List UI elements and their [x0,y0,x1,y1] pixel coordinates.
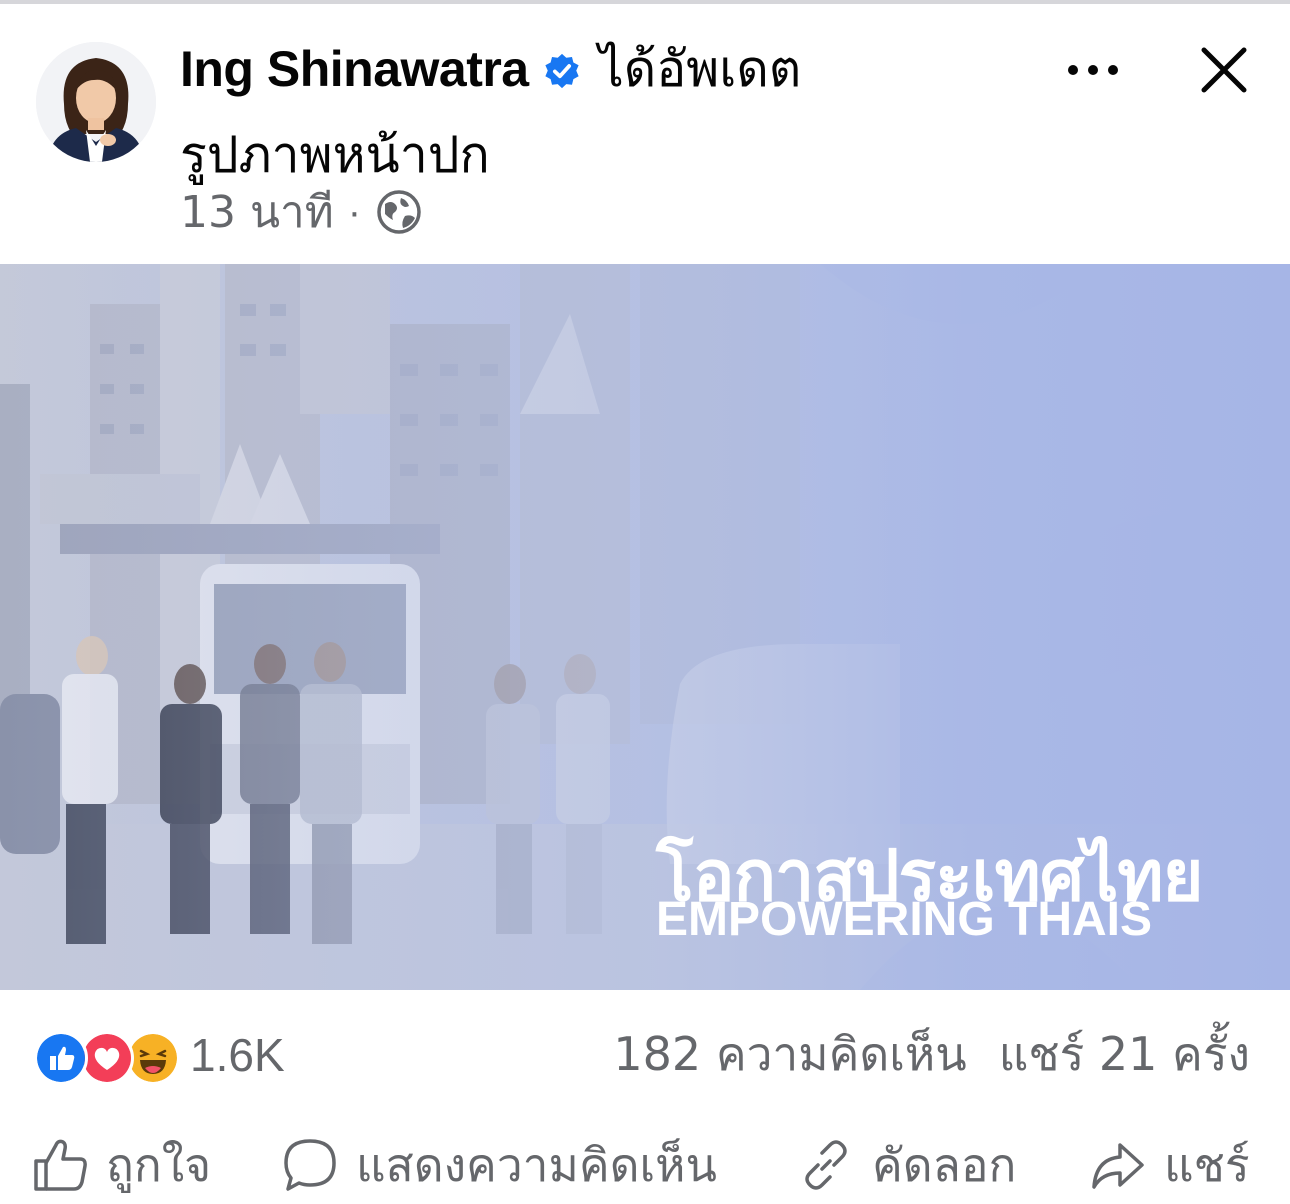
verified-badge-icon [545,53,579,89]
copy-label: คัดลอก [872,1137,1017,1192]
like-reaction-icon [34,1031,88,1085]
reactions-summary[interactable]: 1.6K [34,1026,285,1085]
globe-icon [377,190,421,234]
avatar-image [36,42,156,162]
meta-separator: · [347,189,362,234]
comment-label: แสดงความคิดเห็น [356,1137,717,1192]
post-meta: 13 นาที · [180,184,423,240]
thumbs-up-icon [34,1139,87,1191]
copy-link-button[interactable]: คัดลอก [796,1132,1016,1198]
comment-button[interactable]: แสดงความคิดเห็น [280,1132,717,1198]
comment-icon [284,1139,336,1191]
love-reaction-icon [80,1031,134,1085]
like-button[interactable]: ถูกใจ [30,1132,211,1198]
more-options-button[interactable] [1060,48,1126,92]
post-action-bar: ถูกใจ แสดงความคิดเห็น คัดลอก แชร์ [0,1126,1290,1204]
like-label: ถูกใจ [106,1137,212,1192]
reaction-icons [34,1029,184,1085]
comment-count[interactable]: 182 ความคิดเห็น [613,1018,966,1091]
close-icon [1201,47,1247,93]
cover-photo[interactable]: โอกาสประเทศไทย EMPOWERING THAIS [0,264,1290,990]
link-icon [805,1140,847,1190]
avatar[interactable] [36,42,156,162]
more-icon [1068,65,1118,75]
post-timestamp[interactable]: 13 นาที [180,177,334,247]
share-count[interactable]: แชร์ 21 ครั้ง [999,1018,1250,1091]
share-label: แชร์ [1164,1137,1250,1192]
post-action-text: ได้อัพเดต [598,39,802,98]
share-button[interactable]: แชร์ [1088,1132,1250,1198]
share-icon [1092,1143,1144,1189]
cover-title-english: EMPOWERING THAIS [656,893,1153,946]
author-line: Ing Shinawatra ได้อัพเดต [180,34,801,104]
top-divider [0,0,1290,4]
author-name[interactable]: Ing Shinawatra [180,40,529,98]
close-button[interactable] [1198,44,1250,96]
haha-reaction-icon [126,1031,180,1085]
engagement-stats: 182 ความคิดเห็น แชร์ 21 ครั้ง [613,1024,1250,1084]
reaction-count: 1.6K [190,1029,285,1081]
